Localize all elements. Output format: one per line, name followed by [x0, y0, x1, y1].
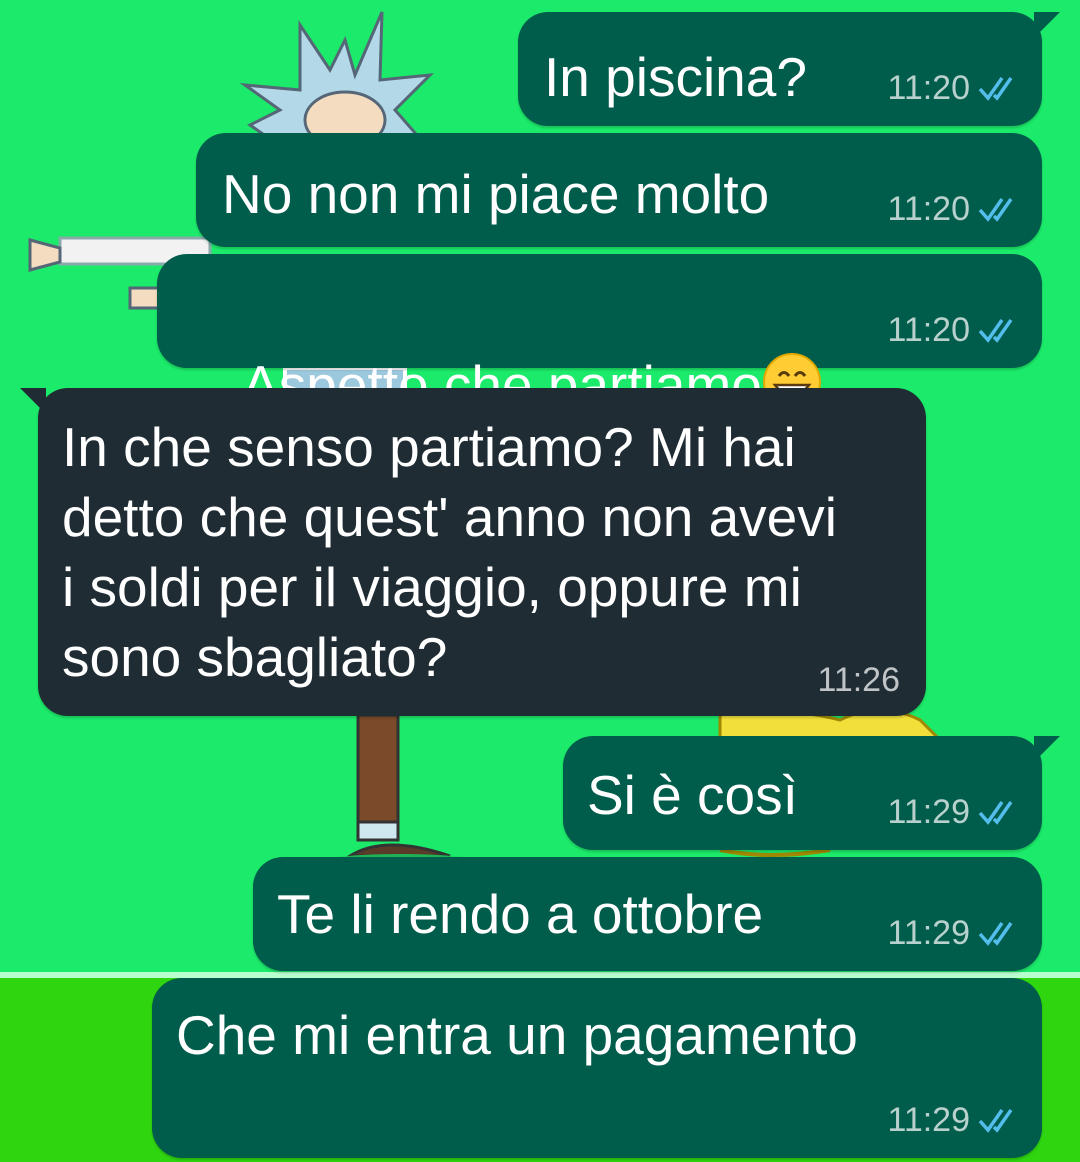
- incoming-message-bubble[interactable]: In che senso partiamo? Mi hai detto che …: [20, 388, 926, 716]
- message-time: 11:20: [887, 190, 970, 228]
- double-check-read-icon: [978, 921, 1013, 946]
- message-text: In piscina?: [544, 46, 807, 108]
- message-meta: 11:29: [887, 913, 1020, 953]
- message-meta: 11:20: [887, 68, 1020, 108]
- outgoing-message-bubble[interactable]: Si è così 11:29: [563, 736, 1060, 850]
- outgoing-message-bubble[interactable]: Te li rendo a ottobre 11:29: [253, 857, 1042, 971]
- double-check-read-icon: [978, 318, 1013, 343]
- message-meta: 11:29: [887, 792, 1020, 832]
- double-check-read-icon: [978, 76, 1013, 101]
- message-text: Si è così: [587, 764, 798, 826]
- message-text: No non mi piace molto: [222, 163, 770, 225]
- double-check-read-icon: [978, 1108, 1013, 1133]
- message-meta: 11:26: [817, 660, 900, 700]
- outgoing-message-bubble[interactable]: In piscina? 11:20: [518, 12, 1060, 126]
- message-text: In che senso partiamo? Mi hai detto che …: [62, 416, 837, 688]
- message-meta: 11:20: [887, 189, 1020, 229]
- message-time: 11:29: [887, 1101, 970, 1139]
- message-time: 11:26: [817, 661, 900, 699]
- message-time: 11:29: [887, 914, 970, 952]
- message-text: Che mi entra un pagamento: [176, 1004, 858, 1066]
- outgoing-message-bubble[interactable]: Aspetto che partiamo 11:20: [157, 254, 1042, 416]
- outgoing-message-bubble[interactable]: No non mi piace molto 11:20: [196, 133, 1042, 247]
- message-meta: 11:20: [887, 310, 1020, 350]
- message-text: Te li rendo a ottobre: [277, 883, 764, 945]
- message-time: 11:20: [887, 69, 970, 107]
- outgoing-message-bubble[interactable]: Che mi entra un pagamento 11:29: [152, 978, 1042, 1158]
- message-meta: 11:29: [887, 1100, 1020, 1140]
- double-check-read-icon: [978, 800, 1013, 825]
- message-time: 11:20: [887, 311, 970, 349]
- double-check-read-icon: [978, 197, 1013, 222]
- message-time: 11:29: [887, 793, 970, 831]
